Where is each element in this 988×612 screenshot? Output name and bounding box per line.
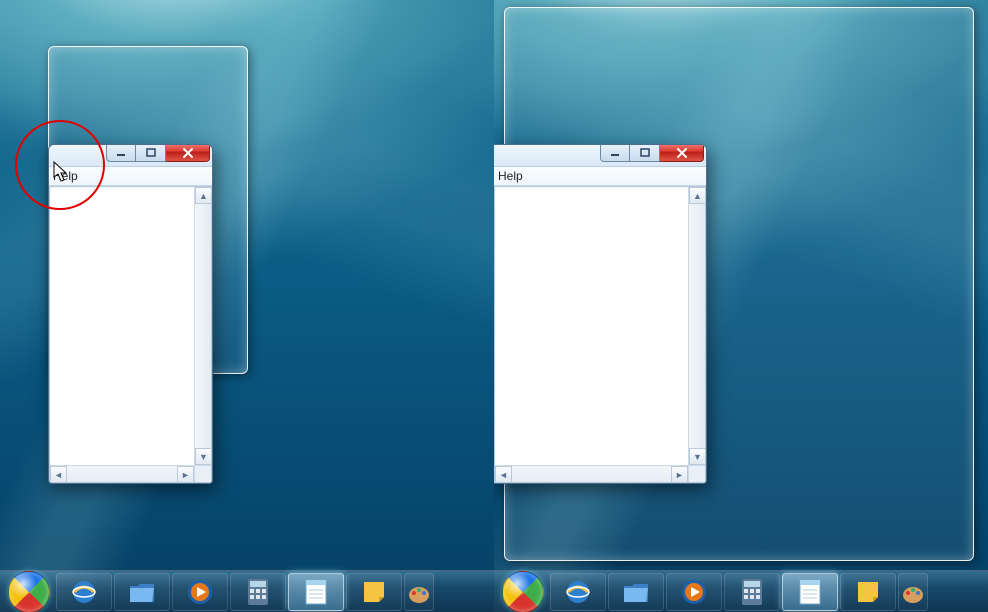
taskbar-ie[interactable]	[56, 573, 112, 611]
taskbar-stickynotes[interactable]	[840, 573, 896, 611]
minimize-icon	[610, 149, 620, 157]
scroll-right-button[interactable]: ►	[671, 466, 688, 483]
calc-icon	[243, 577, 273, 607]
calc-icon	[737, 577, 767, 607]
taskbar-notepad[interactable]	[782, 573, 838, 611]
scrollbar-vertical[interactable]: ▲ ▼	[688, 187, 705, 465]
close-button[interactable]	[660, 144, 704, 162]
menubar: Help	[494, 167, 706, 186]
minimize-button[interactable]	[600, 144, 630, 162]
window-controls	[106, 144, 210, 162]
taskbar-stickynotes[interactable]	[346, 573, 402, 611]
start-button[interactable]	[8, 571, 50, 612]
taskbar-ie[interactable]	[550, 573, 606, 611]
taskbar	[0, 570, 494, 612]
paint-icon	[405, 577, 433, 607]
scroll-down-button[interactable]: ▼	[195, 448, 212, 465]
desktop-left: Help ▲ ▼ ◄ ►	[0, 0, 494, 612]
scroll-left-button[interactable]: ◄	[50, 466, 67, 483]
minimize-button[interactable]	[106, 144, 136, 162]
scrollbar-vertical[interactable]: ▲ ▼	[194, 187, 211, 465]
menu-help[interactable]: Help	[53, 169, 78, 183]
scrollbar-horizontal[interactable]: ◄ ►	[495, 465, 688, 482]
taskbar-explorer[interactable]	[608, 573, 664, 611]
resize-grip[interactable]	[688, 465, 705, 482]
taskbar-explorer[interactable]	[114, 573, 170, 611]
scrollbar-horizontal[interactable]: ◄ ►	[50, 465, 194, 482]
close-button[interactable]	[166, 144, 210, 162]
notepad-window-right[interactable]: Help ▲ ▼ ◄ ►	[494, 144, 707, 484]
text-area[interactable]: ▲ ▼ ◄ ►	[49, 186, 212, 483]
text-area[interactable]: ▲ ▼ ◄ ►	[494, 186, 706, 483]
resize-grip[interactable]	[194, 465, 211, 482]
maximize-button[interactable]	[630, 144, 660, 162]
scroll-up-button[interactable]: ▲	[689, 187, 706, 204]
maximize-icon	[640, 148, 650, 157]
scroll-up-button[interactable]: ▲	[195, 187, 212, 204]
ie-icon	[563, 577, 593, 607]
scroll-down-button[interactable]: ▼	[689, 448, 706, 465]
taskbar-calculator[interactable]	[230, 573, 286, 611]
media-icon	[679, 577, 709, 607]
menubar: Help	[49, 167, 212, 186]
taskbar-paint[interactable]	[404, 573, 434, 611]
menu-help[interactable]: Help	[498, 169, 523, 183]
folder-icon	[621, 577, 651, 607]
window-controls	[600, 144, 704, 162]
scroll-left-button[interactable]: ◄	[495, 466, 512, 483]
scroll-right-button[interactable]: ►	[177, 466, 194, 483]
notepad-icon	[301, 577, 331, 607]
maximize-button[interactable]	[136, 144, 166, 162]
titlebar[interactable]	[49, 145, 212, 167]
taskbar-mediaplayer[interactable]	[666, 573, 722, 611]
taskbar-mediaplayer[interactable]	[172, 573, 228, 611]
sticky-icon	[853, 577, 883, 607]
minimize-icon	[116, 149, 126, 157]
media-icon	[185, 577, 215, 607]
maximize-icon	[146, 148, 156, 157]
taskbar-notepad[interactable]	[288, 573, 344, 611]
taskbar-paint[interactable]	[898, 573, 928, 611]
sticky-icon	[359, 577, 389, 607]
taskbar	[494, 570, 988, 612]
start-button[interactable]	[502, 571, 544, 612]
close-icon	[182, 148, 194, 158]
titlebar[interactable]	[494, 145, 706, 167]
desktop-right: Help ▲ ▼ ◄ ►	[494, 0, 988, 612]
close-icon	[676, 148, 688, 158]
folder-icon	[127, 577, 157, 607]
paint-icon	[899, 577, 927, 607]
notepad-icon	[795, 577, 825, 607]
taskbar-calculator[interactable]	[724, 573, 780, 611]
notepad-window[interactable]: Help ▲ ▼ ◄ ►	[48, 144, 213, 484]
ie-icon	[69, 577, 99, 607]
